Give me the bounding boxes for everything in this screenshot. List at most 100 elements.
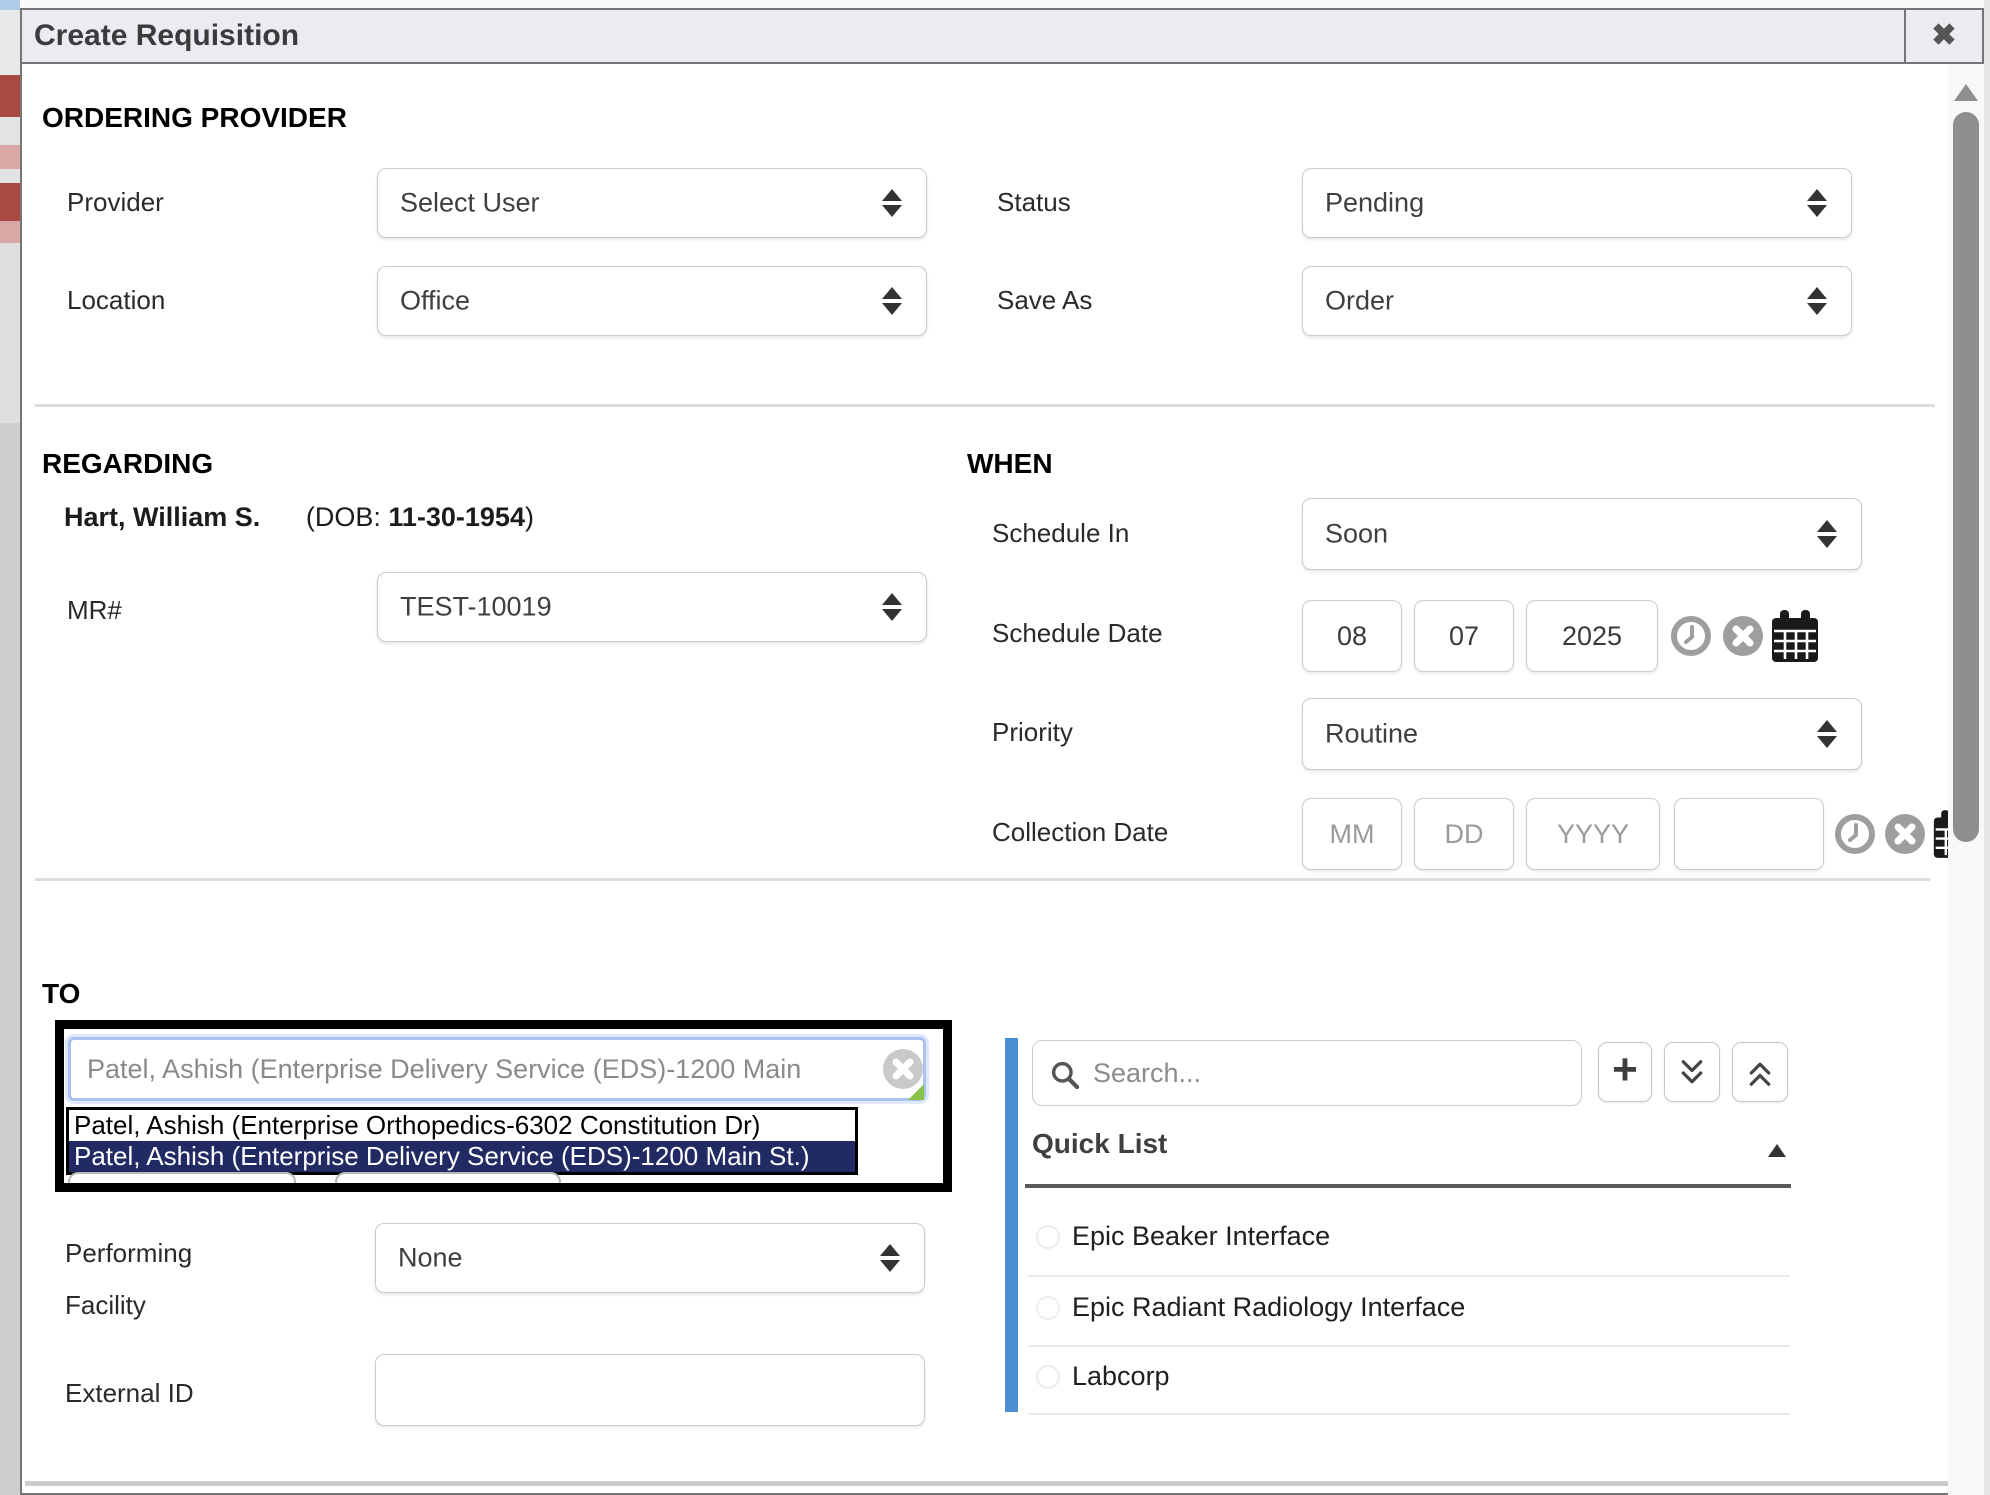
plus-icon: + [1612,1045,1638,1094]
save-as-select-value: Order [1325,286,1394,317]
select-arrows-icon [880,1242,900,1274]
section-divider [35,404,1935,407]
select-arrows-icon [1817,518,1837,550]
provider-label: Provider [67,187,164,218]
provider-select-value: Select User [400,188,540,219]
quick-list-item-label: Epic Beaker Interface [1072,1221,1330,1252]
close-icon: ✖ [1931,19,1956,52]
double-chevron-down-icon [1677,1056,1707,1090]
collapse-section-icon[interactable] [1768,1144,1786,1157]
schedule-date-calendar-icon[interactable] [1770,608,1820,664]
modal-scrollbar[interactable] [1948,64,1984,1495]
to-suggestion-list: Patel, Ashish (Enterprise Orthopedics-63… [66,1107,858,1175]
mr-label: MR# [67,595,122,626]
select-arrows-icon [1817,718,1837,750]
schedule-date-label: Schedule Date [992,618,1163,649]
obscured-button[interactable] [68,1172,296,1192]
schedule-in-label: Schedule In [992,518,1129,549]
background-app-strip [0,0,20,1495]
collection-date-time-input[interactable] [1674,798,1824,870]
location-select-value: Office [400,286,470,317]
performing-facility-label-line2: Facility [65,1290,146,1321]
mr-select[interactable]: TEST-10019 [377,572,927,642]
radio-icon[interactable] [1036,1225,1060,1249]
save-as-label: Save As [997,285,1092,316]
dob-value: 11-30-1954 [388,502,525,532]
scroll-up-arrow-icon[interactable] [1954,84,1978,101]
select-arrows-icon [882,285,902,317]
schedule-date-clear-icon[interactable] [1722,615,1764,657]
add-recipient-button[interactable]: + [1598,1042,1652,1102]
search-icon [1049,1059,1081,1091]
radio-icon[interactable] [1036,1296,1060,1320]
quick-list-item-label: Epic Radiant Radiology Interface [1072,1292,1465,1323]
when-heading: WHEN [967,448,1053,480]
panel-accent-bar [1005,1038,1018,1412]
modal-title: Create Requisition [34,10,299,62]
save-as-select[interactable]: Order [1302,266,1852,336]
page-edge-strip [1984,0,1990,1495]
schedule-date-year-input[interactable] [1526,600,1658,672]
quick-list-item[interactable]: Epic Beaker Interface [1028,1205,1790,1275]
patient-name-line: Hart, William S. (DOB: 11-30-1954) [64,502,534,533]
modal-titlebar: Create Requisition ✖ [22,10,1982,64]
dob-suffix: ) [525,502,534,532]
select-arrows-icon [882,591,902,623]
to-suggestion-option[interactable]: Patel, Ashish (Enterprise Orthopedics-63… [69,1110,855,1141]
dob-prefix: (DOB: [306,502,389,532]
quick-list-heading: Quick List [1032,1128,1167,1160]
schedule-date-time-icon[interactable] [1670,615,1712,657]
scrollbar-thumb[interactable] [1953,112,1979,842]
list-row-divider [1028,1413,1790,1415]
performing-facility-value: None [398,1243,463,1274]
select-arrows-icon [882,187,902,219]
to-suggestion-option-selected[interactable]: Patel, Ashish (Enterprise Delivery Servi… [69,1141,855,1172]
to-recipient-focus-box: Patel, Ashish (Enterprise Orthopedics-63… [55,1020,952,1192]
priority-select[interactable]: Routine [1302,698,1862,770]
radio-icon[interactable] [1036,1365,1060,1389]
location-select[interactable]: Office [377,266,927,336]
to-recipient-input[interactable] [68,1037,926,1101]
status-label: Status [997,187,1071,218]
schedule-in-select[interactable]: Soon [1302,498,1862,570]
section-divider [35,878,1930,881]
quick-list-divider [1025,1184,1791,1188]
collection-date-time-icon[interactable] [1834,813,1876,855]
schedule-in-value: Soon [1325,519,1388,550]
collection-date-clear-icon[interactable] [1884,813,1926,855]
footer-divider [25,1481,1950,1486]
select-arrows-icon [1807,285,1827,317]
resize-grip[interactable] [908,1084,924,1100]
quick-list-item[interactable]: Epic Radiant Radiology Interface [1028,1277,1790,1345]
search-input[interactable] [1091,1045,1565,1101]
collection-date-label: Collection Date [992,817,1168,848]
performing-facility-select[interactable]: None [375,1223,925,1293]
expand-all-button[interactable] [1664,1042,1720,1102]
location-label: Location [67,285,165,316]
collapse-all-button[interactable] [1732,1042,1788,1102]
status-select[interactable]: Pending [1302,168,1852,238]
collection-date-month-input[interactable] [1302,798,1402,870]
provider-select[interactable]: Select User [377,168,927,238]
mr-select-value: TEST-10019 [400,592,552,623]
to-heading: TO [42,978,80,1010]
external-id-input[interactable] [375,1354,925,1426]
close-button[interactable]: ✖ [1904,10,1982,62]
quick-list-item-label: Labcorp [1072,1361,1170,1392]
obscured-button[interactable] [335,1172,561,1192]
collection-date-year-input[interactable] [1526,798,1660,870]
double-chevron-up-icon [1745,1056,1775,1090]
regarding-heading: REGARDING [42,448,213,480]
quick-list-item[interactable]: Labcorp [1028,1347,1790,1413]
priority-value: Routine [1325,719,1418,750]
search-box [1032,1040,1582,1106]
priority-label: Priority [992,717,1073,748]
select-arrows-icon [1807,187,1827,219]
performing-facility-label-line1: Performing [65,1238,192,1269]
schedule-date-day-input[interactable] [1414,600,1514,672]
status-select-value: Pending [1325,188,1424,219]
external-id-label: External ID [65,1378,194,1409]
patient-name: Hart, William S. [64,502,260,532]
collection-date-day-input[interactable] [1414,798,1514,870]
schedule-date-month-input[interactable] [1302,600,1402,672]
